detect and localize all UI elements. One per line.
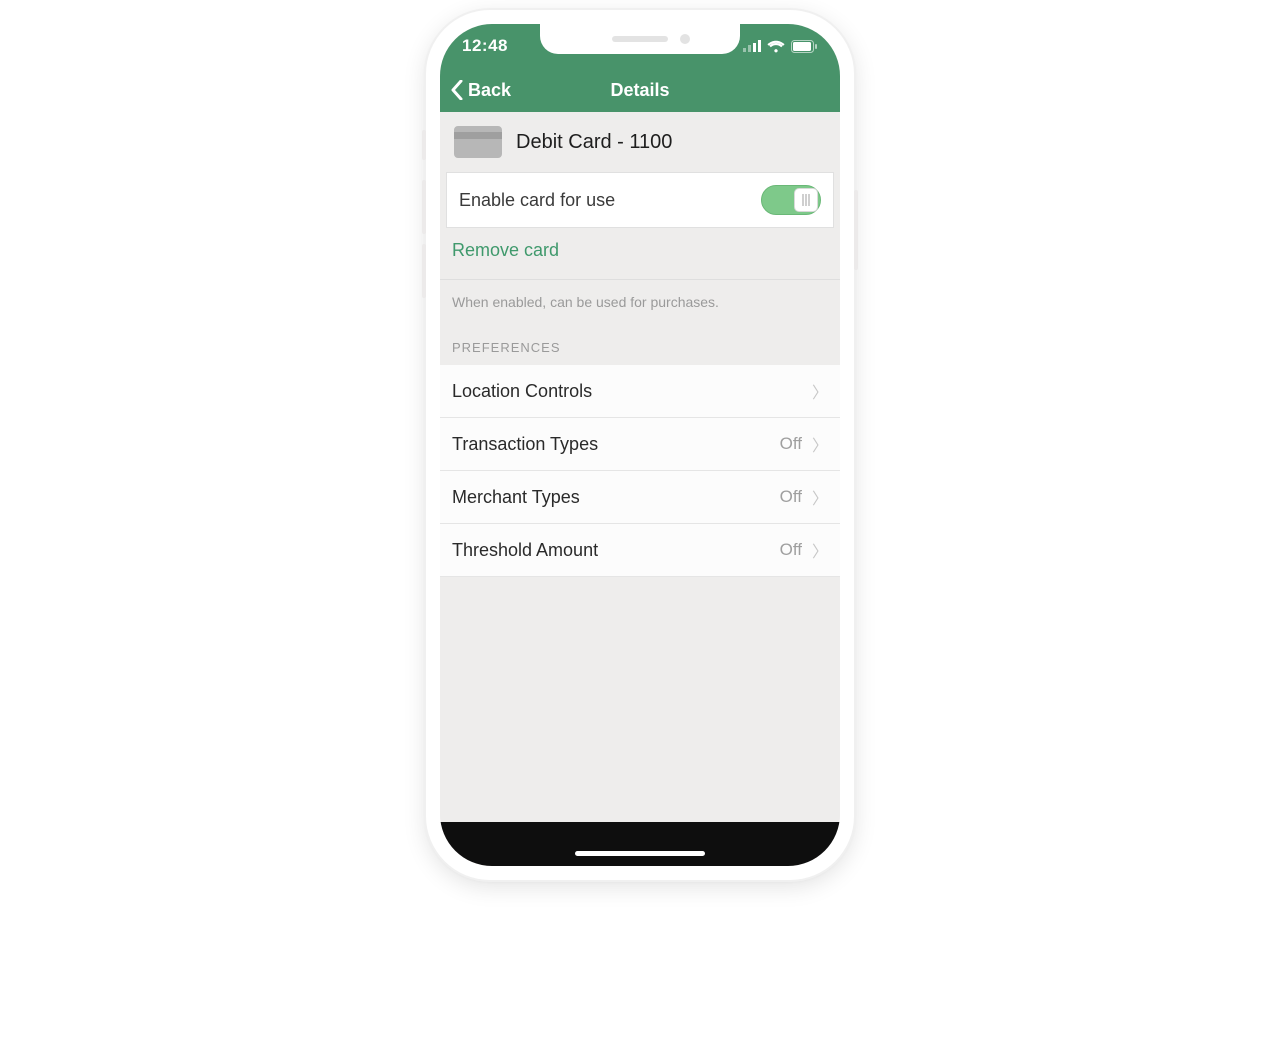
- pref-label: Transaction Types: [452, 434, 598, 455]
- chevron-right-icon: 〉: [812, 538, 828, 562]
- pref-location-controls[interactable]: Location Controls 〉: [440, 365, 840, 418]
- battery-icon: [791, 40, 818, 53]
- pref-status: Off: [780, 540, 802, 560]
- volume-down: [422, 244, 426, 298]
- notch: [540, 24, 740, 54]
- status-time: 12:48: [462, 36, 508, 56]
- chevron-right-icon: 〉: [812, 432, 828, 456]
- power-button: [854, 190, 858, 270]
- pref-threshold-amount[interactable]: Threshold Amount Off 〉: [440, 524, 840, 577]
- front-camera: [680, 34, 690, 44]
- home-indicator[interactable]: [575, 851, 705, 856]
- volume-switch: [422, 130, 426, 160]
- phone-screen: 12:48 Back Details: [440, 24, 840, 866]
- chevron-right-icon: 〉: [812, 379, 828, 403]
- pref-merchant-types[interactable]: Merchant Types Off 〉: [440, 471, 840, 524]
- page-title: Details: [610, 80, 669, 101]
- toggle-knob: [794, 188, 818, 212]
- pref-status: Off: [780, 434, 802, 454]
- pref-transaction-types[interactable]: Transaction Types Off 〉: [440, 418, 840, 471]
- pref-label: Merchant Types: [452, 487, 580, 508]
- status-icons: [743, 40, 818, 53]
- pref-label: Location Controls: [452, 381, 592, 402]
- phone-frame: 12:48 Back Details: [426, 10, 854, 880]
- speaker: [612, 36, 668, 42]
- pref-status: Off: [780, 487, 802, 507]
- chevron-right-icon: 〉: [812, 485, 828, 509]
- back-label: Back: [468, 80, 511, 101]
- back-button[interactable]: Back: [450, 80, 511, 101]
- remove-card-link[interactable]: Remove card: [452, 240, 559, 260]
- volume-up: [422, 180, 426, 234]
- card-header: Debit Card - 1100: [440, 112, 840, 172]
- chevron-left-icon: [450, 80, 464, 100]
- bottom-bar: [440, 822, 840, 866]
- remove-card-row: Remove card: [440, 228, 840, 280]
- helper-text: When enabled, can be used for purchases.: [440, 280, 840, 340]
- card-icon: [454, 126, 502, 158]
- content-area: Debit Card - 1100 Enable card for use Re…: [440, 112, 840, 866]
- enable-card-label: Enable card for use: [459, 190, 615, 211]
- pref-label: Threshold Amount: [452, 540, 598, 561]
- nav-bar: Back Details: [440, 68, 840, 112]
- enable-card-toggle[interactable]: [761, 185, 821, 215]
- enable-card-row: Enable card for use: [446, 172, 834, 228]
- wifi-icon: [767, 40, 785, 53]
- preferences-list: Location Controls 〉 Transaction Types Of…: [440, 365, 840, 577]
- card-title: Debit Card - 1100: [516, 131, 672, 154]
- preferences-header: PREFERENCES: [440, 340, 840, 365]
- cellular-icon: [743, 40, 761, 52]
